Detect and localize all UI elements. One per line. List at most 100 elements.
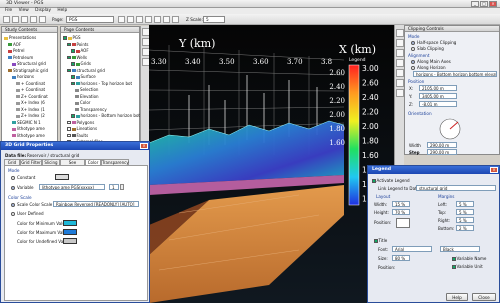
max-color-swatch[interactable] — [63, 229, 77, 235]
legend-height-field[interactable]: 70 % — [392, 209, 410, 215]
page-tree-item[interactable]: horizons - Top horizon bot — [71, 81, 132, 86]
study-tree-item[interactable]: Z+ Coordinat — [16, 94, 48, 99]
light-icon[interactable] — [163, 16, 170, 23]
variable-spin-field[interactable]: 1 — [109, 184, 119, 190]
checkbox[interactable] — [71, 62, 75, 66]
variable-name-checkbox[interactable]: Variable Name — [452, 256, 486, 261]
page-tree-item[interactable]: Color — [75, 100, 90, 105]
clip-icon[interactable] — [396, 29, 404, 37]
study-tree-item[interactable]: Petroleum — [8, 55, 33, 60]
min-color-swatch[interactable] — [63, 220, 77, 226]
page-tree-item[interactable]: Transparency — [75, 107, 107, 112]
page-tree-item[interactable]: Polygons — [67, 120, 94, 125]
refresh-icon[interactable] — [39, 16, 46, 23]
horizon-select[interactable]: horizons - Bottom horizon bottom elevati — [413, 71, 497, 77]
scale-select[interactable]: Rainbow Reversed [READONLY] [AUTO] — [53, 201, 139, 207]
size-field[interactable]: 80 % — [392, 255, 410, 261]
rename-page-icon[interactable] — [136, 16, 143, 23]
page-tree-item[interactable]: Selection — [75, 87, 98, 92]
light-settings-icon[interactable] — [396, 39, 404, 47]
activate-legend-checkbox[interactable]: Activate Legend — [372, 178, 410, 183]
undef-color-swatch[interactable] — [63, 238, 77, 244]
page-tree-item[interactable]: Points — [67, 42, 89, 47]
page-tree-item[interactable]: Surface — [71, 74, 96, 79]
camera-settings-icon[interactable] — [396, 49, 404, 57]
page-tree-item[interactable]: Faults — [67, 133, 88, 138]
checkbox[interactable] — [71, 49, 75, 53]
study-tree-item[interactable]: Stratigraphic grid — [8, 68, 48, 73]
study-tree-item[interactable]: lithotype ame — [12, 133, 45, 138]
study-tree-item[interactable]: horizons — [12, 74, 34, 79]
help-button[interactable]: Help — [446, 293, 468, 301]
mode-half-space[interactable]: Half-space Clipping — [411, 40, 456, 45]
mode-slab[interactable]: Slab Clipping — [411, 46, 444, 51]
study-tree-item[interactable]: X+ Index (1 — [16, 107, 45, 112]
checkbox[interactable] — [67, 68, 71, 73]
study-tree-item[interactable]: + Coordinat — [16, 81, 45, 86]
width-field[interactable]: 290,00 m — [427, 142, 457, 148]
study-tree-item[interactable]: Structural grid — [12, 61, 46, 66]
study-tree-item[interactable]: Petrel — [8, 48, 24, 53]
clip-x-field[interactable]: 2105,00 m — [419, 85, 457, 91]
legend-icon[interactable] — [396, 89, 404, 97]
checkbox[interactable] — [67, 55, 71, 60]
grid-icon[interactable] — [396, 79, 404, 87]
font-select[interactable]: Arial — [392, 246, 432, 252]
constant-color-swatch[interactable] — [55, 174, 69, 180]
study-tree-item[interactable]: X+ Index (6 — [16, 100, 45, 105]
study-tree-item[interactable]: lithotype ame — [12, 126, 45, 131]
checkbox[interactable] — [67, 133, 71, 138]
variable-unit-checkbox[interactable]: Variable Unit — [452, 264, 483, 269]
page-tree-item[interactable]: horizons - Bottom horizon bot — [71, 113, 140, 118]
copy-icon[interactable] — [30, 16, 37, 23]
page-tree-item[interactable]: PGS — [63, 35, 81, 40]
checkbox[interactable] — [71, 114, 75, 118]
close-window-button[interactable]: × — [489, 1, 497, 7]
page-tree-item[interactable]: Grids — [71, 61, 91, 66]
page-tree-item[interactable]: Lineations — [67, 126, 97, 131]
grid-dialog-close-icon[interactable]: × — [140, 143, 148, 149]
bottom-margin-field[interactable]: 2 % — [456, 225, 474, 231]
checkbox[interactable] — [67, 127, 71, 131]
camera-icon[interactable] — [154, 16, 161, 23]
page-tree-item[interactable]: AOF — [71, 48, 89, 53]
close-button[interactable]: Close — [472, 293, 496, 301]
align-horizon[interactable]: Along Horizon — [411, 65, 446, 70]
position-picker[interactable] — [396, 218, 410, 228]
page-tree-item[interactable]: structural grid — [67, 68, 105, 73]
variable-option[interactable]: Variable — [11, 185, 34, 190]
page-tree-item[interactable]: Wells — [67, 55, 87, 60]
delete-page-icon[interactable] — [127, 16, 134, 23]
study-tree-item[interactable]: SEGMIC N 1 — [12, 120, 41, 125]
open-icon[interactable] — [3, 16, 10, 23]
constant-option[interactable]: Constant — [11, 175, 35, 180]
left-margin-field[interactable]: 5 % — [456, 201, 474, 207]
3d-viewport[interactable]: Y (km) X (km) 3.30 3.40 3.50 3.60 3.70 3.8 2.… — [149, 25, 394, 303]
print-icon[interactable] — [21, 16, 28, 23]
legend-dialog-close-icon[interactable]: × — [490, 167, 498, 173]
link-select[interactable]: structural grid — [416, 185, 496, 191]
study-tree-item[interactable]: + Coordinat — [16, 87, 45, 92]
page-settings-icon[interactable] — [145, 16, 152, 23]
save-icon[interactable] — [12, 16, 19, 23]
title-checkbox[interactable]: Title — [374, 238, 387, 243]
study-tree-item[interactable]: Presentations — [4, 35, 36, 40]
variable-spinner[interactable] — [120, 184, 124, 190]
clip-z-field[interactable]: -8,01 m — [419, 101, 457, 107]
study-tree-item[interactable]: Z+ Index (2 — [16, 113, 45, 118]
font-color-select[interactable]: Black — [440, 246, 480, 252]
maximize-button[interactable]: □ — [480, 1, 488, 7]
scale-color-option[interactable]: Scale Color Scale — [11, 202, 52, 207]
clip-y-field[interactable]: 3405,00 m — [419, 93, 457, 99]
checkbox[interactable] — [71, 81, 75, 86]
checkbox[interactable] — [67, 120, 71, 125]
axes-icon[interactable] — [172, 16, 179, 23]
checkbox[interactable] — [71, 75, 75, 79]
orientation-widget[interactable] — [425, 116, 475, 142]
zscale-select[interactable]: 5 — [203, 16, 225, 23]
minimize-button[interactable]: _ — [471, 1, 479, 7]
page-select[interactable]: PGS — [66, 16, 114, 23]
right-margin-field[interactable]: 5 % — [456, 217, 474, 223]
user-defined-option[interactable]: User Defined — [11, 211, 44, 216]
align-main-axes[interactable]: Along Main Axes — [411, 59, 451, 64]
